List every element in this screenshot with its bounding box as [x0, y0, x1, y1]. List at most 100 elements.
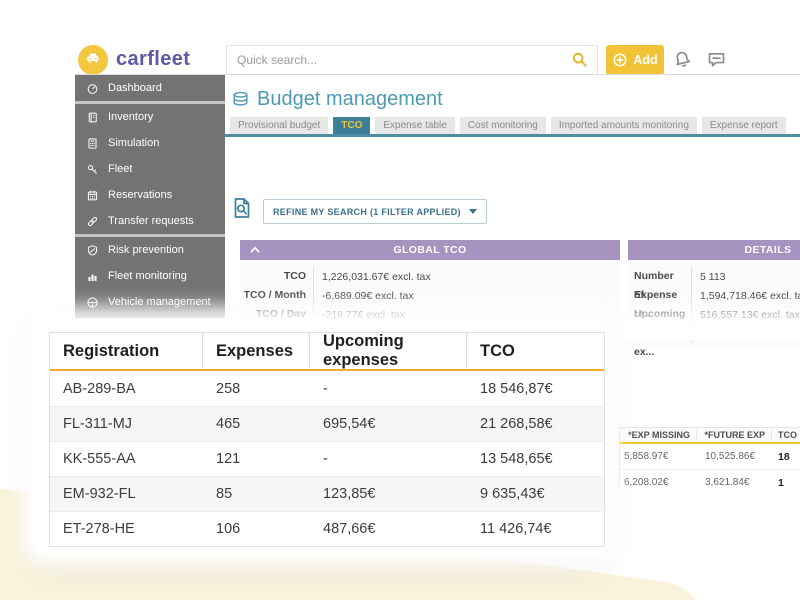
- tab-cost-monitoring[interactable]: Cost monitoring: [460, 117, 546, 134]
- details-row: Upcoming ... 516,557.13€ excl. tax: [628, 305, 800, 324]
- cell-expenses: 258: [203, 371, 310, 406]
- cell-expenses: 106: [203, 512, 310, 546]
- registrations-overlay-card: Registration Expenses Upcoming expenses …: [32, 318, 605, 556]
- messages-chat-icon[interactable]: [706, 49, 727, 73]
- key-icon: [86, 163, 99, 176]
- add-button-label: Add: [633, 53, 657, 67]
- cell-tco: 11 426,74€: [467, 512, 604, 546]
- details-row: Number of... 5 113: [628, 267, 800, 286]
- table-row[interactable]: KK-555-AA 121 - 13 548,65€: [50, 441, 604, 476]
- sidebar-item-vehicle-management[interactable]: Vehicle management: [75, 289, 225, 315]
- column-header-upcoming-expenses[interactable]: Upcoming expenses: [310, 333, 467, 369]
- sidebar-item-label: Simulation: [108, 137, 159, 149]
- cell-upcoming-expenses: 487,66€: [310, 512, 467, 546]
- cell-upcoming-expenses: 123,85€: [310, 477, 467, 511]
- sidebar-item-label: Vehicle management: [108, 296, 211, 308]
- search-input[interactable]: [226, 45, 598, 75]
- sidebar-item-fleet-monitoring[interactable]: Fleet monitoring: [75, 263, 225, 289]
- plus-circle-icon: [612, 52, 628, 68]
- refine-search-label: REFINE MY SEARCH (1 FILTER APPLIED): [273, 207, 461, 217]
- tab-expense-table[interactable]: Expense table: [375, 117, 454, 134]
- table-row[interactable]: 6,208.02€ 3,621.84€ 1: [620, 470, 800, 486]
- cell-upcoming-expenses: 695,54€: [310, 407, 467, 441]
- app-root: carfleet Add Dashboard Inventory: [0, 0, 800, 600]
- table-row[interactable]: 5,858.97€ 10,525.86€ 18: [620, 444, 800, 470]
- refine-search-button[interactable]: REFINE MY SEARCH (1 FILTER APPLIED): [263, 199, 487, 224]
- sidebar-item-inventory[interactable]: Inventory: [75, 104, 225, 130]
- tab-tco[interactable]: TCO: [333, 117, 370, 134]
- row-value: 702,447.85€ excl. tax: [692, 328, 800, 340]
- details-row: Expense re... 1,594,718.46€ excl. tax: [628, 286, 800, 305]
- cell-future-exp: 10,525.86€: [697, 451, 772, 462]
- table-row[interactable]: ET-278-HE 106 487,66€ 11 426,74€: [50, 511, 604, 546]
- table-row[interactable]: FL-311-MJ 465 695,54€ 21 268,58€: [50, 406, 604, 441]
- row-label: Expense re...: [628, 286, 692, 305]
- column-header-tco[interactable]: TCO: [467, 333, 604, 369]
- column-header-registration[interactable]: Registration: [50, 333, 203, 369]
- coins-icon: [231, 90, 250, 109]
- cell-registration: KK-555-AA: [50, 442, 203, 476]
- document-search-icon: [230, 196, 254, 225]
- tco-summary-table: *EXP MISSING *FUTURE EXP TCO 5,858.97€ 1…: [619, 427, 800, 486]
- sidebar-item-fleet[interactable]: Fleet: [75, 156, 225, 182]
- row-value: -6,689.09€ excl. tax: [314, 290, 414, 302]
- cell-registration: AB-289-BA: [50, 371, 203, 406]
- registrations-table: Registration Expenses Upcoming expenses …: [49, 332, 605, 547]
- page-title: Budget management: [257, 88, 443, 111]
- registrations-header-row: Registration Expenses Upcoming expenses …: [50, 333, 604, 371]
- cell-upcoming-expenses: -: [310, 371, 467, 406]
- tab-imported-amounts-monitoring[interactable]: Imported amounts monitoring: [551, 117, 697, 134]
- table-row[interactable]: AB-289-BA 258 - 18 546,87€: [50, 371, 604, 406]
- steering-wheel-icon: [86, 296, 99, 309]
- sidebar-item-simulation[interactable]: Simulation: [75, 130, 225, 156]
- row-value: 5 113: [692, 271, 726, 283]
- collapse-chevron-up-icon[interactable]: [250, 246, 260, 254]
- cell-tco: 1: [772, 477, 800, 487]
- tab-underline: [225, 134, 800, 137]
- cell-tco: 13 548,65€: [467, 442, 604, 476]
- link-icon: [86, 215, 99, 228]
- notifications-bell-icon[interactable]: [672, 49, 693, 73]
- cell-tco: 18 546,87€: [467, 371, 604, 406]
- cell-exp-missing: 6,208.02€: [620, 477, 697, 486]
- row-label: TCO: [240, 267, 314, 286]
- tab-provisional-budget[interactable]: Provisional budget: [230, 117, 328, 134]
- sidebar-item-label: Reservations: [108, 189, 172, 201]
- row-label: Missing ex...: [628, 324, 692, 343]
- row-label: Number of...: [628, 267, 692, 286]
- row-value: 1,594,718.46€ excl. tax: [692, 290, 800, 302]
- brand-name: carfleet: [116, 48, 190, 71]
- gauge-icon: [86, 82, 99, 95]
- sidebar-item-dashboard[interactable]: Dashboard: [75, 75, 225, 101]
- cell-tco: 21 268,58€: [467, 407, 604, 441]
- tab-expense-report[interactable]: Expense report: [702, 117, 786, 134]
- sidebar-item-reservations[interactable]: Reservations: [75, 182, 225, 208]
- details-title: DETAILS: [745, 244, 792, 256]
- sidebar-item-label: Fleet: [108, 163, 132, 175]
- sidebar-item-transfer-requests[interactable]: Transfer requests: [75, 208, 225, 234]
- search-icon[interactable]: [571, 51, 589, 74]
- global-tco-title: GLOBAL TCO: [393, 244, 466, 256]
- column-header[interactable]: *FUTURE EXP: [697, 430, 772, 440]
- cell-expenses: 85: [203, 477, 310, 511]
- cell-upcoming-expenses: -: [310, 442, 467, 476]
- add-button[interactable]: Add: [606, 45, 664, 75]
- column-header-expenses[interactable]: Expenses: [203, 333, 310, 369]
- details-panel: DETAILS Number of... 5 113 Expense re...…: [628, 240, 800, 346]
- row-label: TCO / Month: [240, 286, 314, 305]
- sidebar-item-label: Inventory: [108, 111, 153, 123]
- cell-registration: ET-278-HE: [50, 512, 203, 546]
- sidebar-item-label: Risk prevention: [108, 244, 184, 256]
- cell-expenses: 121: [203, 442, 310, 476]
- notebook-icon: [86, 111, 99, 124]
- sidebar-item-risk-prevention[interactable]: Risk prevention: [75, 237, 225, 263]
- column-header[interactable]: TCO: [772, 430, 800, 440]
- table-row[interactable]: EM-932-FL 85 123,85€ 9 635,43€: [50, 476, 604, 511]
- column-header[interactable]: *EXP MISSING: [620, 430, 697, 440]
- carfleet-logo[interactable]: [78, 45, 108, 75]
- calculator-icon: [86, 137, 99, 150]
- row-label: Upcoming ...: [628, 305, 692, 324]
- calendar-icon: [86, 189, 99, 202]
- cell-tco: 18: [772, 451, 800, 463]
- row-value: 516,557.13€ excl. tax: [692, 309, 800, 321]
